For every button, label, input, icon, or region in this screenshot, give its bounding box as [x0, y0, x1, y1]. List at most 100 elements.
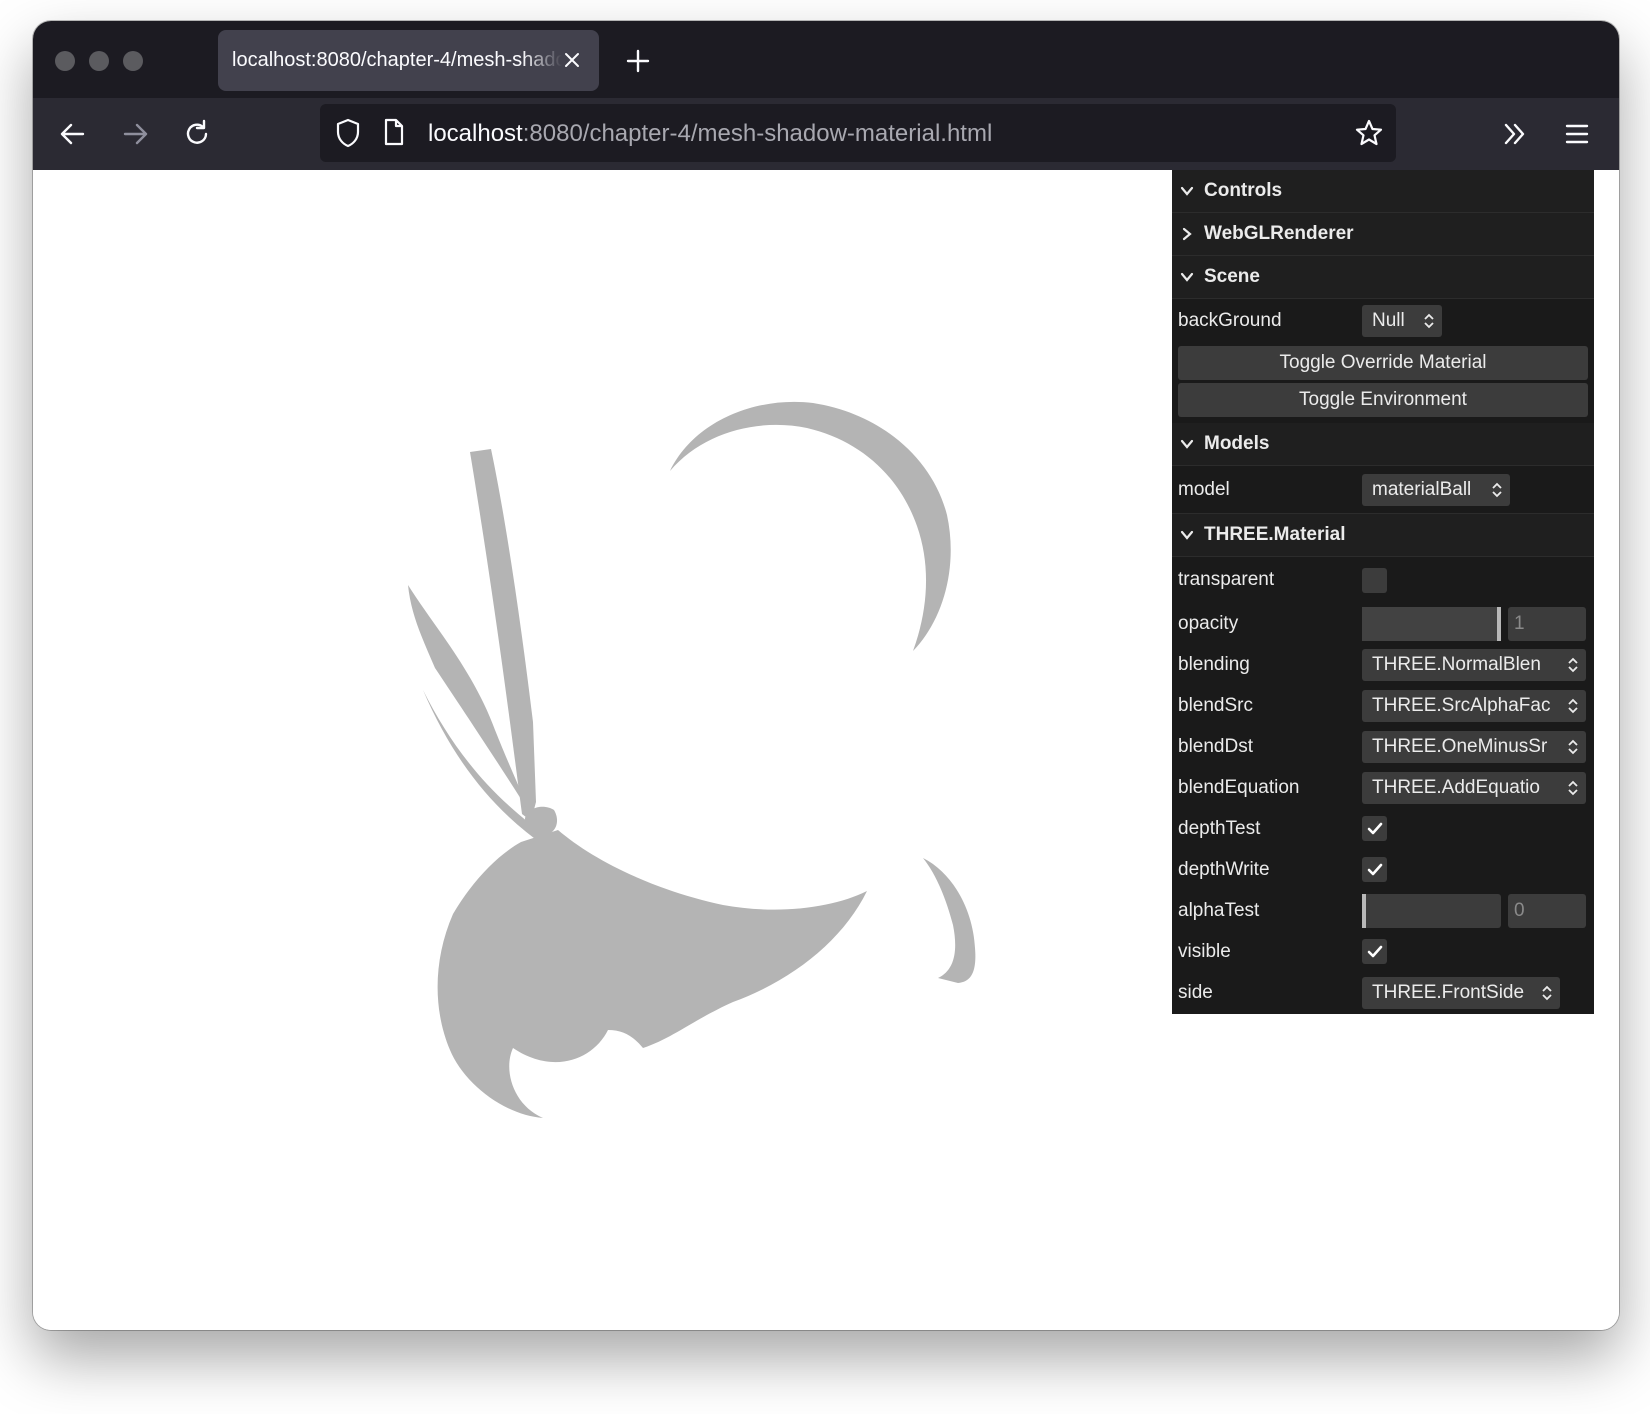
close-tab-icon[interactable]	[561, 49, 583, 71]
url-bar[interactable]: localhost:8080/chapter-4/mesh-shadow-mat…	[320, 104, 1396, 162]
blenddst-value: THREE.OneMinusSr	[1372, 735, 1548, 757]
folder-models-title: Models	[1204, 433, 1270, 454]
browser-window: localhost:8080/chapter-4/mesh-shadow-mat…	[33, 21, 1619, 1330]
blending-value: THREE.NormalBlen	[1372, 653, 1541, 675]
shield-icon[interactable]	[334, 117, 362, 149]
active-tab[interactable]: localhost:8080/chapter-4/mesh-shadow-mat…	[218, 30, 599, 91]
alphatest-row: alphaTest 0	[1172, 890, 1594, 931]
webgl-canvas[interactable]	[33, 170, 1172, 1330]
tab-title: localhost:8080/chapter-4/mesh-shadow-mat…	[232, 49, 562, 71]
gui-panel: Controls WebGLRenderer Scene backGround …	[1172, 170, 1594, 1014]
opacity-slider-fill	[1362, 606, 1497, 641]
folder-models[interactable]: Models	[1172, 423, 1594, 466]
depthtest-label: depthTest	[1178, 817, 1261, 839]
shadow-dish	[437, 830, 867, 1118]
folder-controls-title: Controls	[1204, 180, 1283, 201]
shadow-shapes	[408, 401, 976, 1118]
close-window-button[interactable]	[55, 51, 75, 71]
depthwrite-label: depthWrite	[1178, 858, 1270, 880]
side-row: side THREE.FrontSide	[1172, 972, 1594, 1014]
alphatest-slider[interactable]	[1362, 893, 1501, 928]
chevron-right-icon	[1182, 227, 1192, 241]
page-viewport: Controls WebGLRenderer Scene backGround …	[33, 170, 1619, 1330]
toggle-environment-label: Toggle Environment	[1299, 389, 1467, 410]
folder-three-material-title: THREE.Material	[1204, 524, 1346, 545]
background-label: backGround	[1178, 310, 1282, 331]
folder-controls[interactable]: Controls	[1172, 170, 1594, 213]
select-arrows-icon	[1568, 780, 1578, 795]
visible-row: visible	[1172, 931, 1594, 972]
alphatest-input[interactable]: 0	[1508, 893, 1586, 928]
alphatest-label: alphaTest	[1178, 899, 1260, 921]
new-tab-icon[interactable]	[624, 47, 652, 75]
minimize-window-button[interactable]	[89, 51, 109, 71]
blending-row: blending THREE.NormalBlen	[1172, 644, 1594, 685]
background-value: Null	[1372, 310, 1405, 331]
blendequation-label: blendEquation	[1178, 776, 1300, 798]
blending-select[interactable]: THREE.NormalBlen	[1362, 648, 1586, 681]
transparent-label: transparent	[1178, 569, 1275, 590]
blenddst-select[interactable]: THREE.OneMinusSr	[1362, 730, 1586, 763]
folder-scene-title: Scene	[1204, 266, 1260, 287]
model-label: model	[1178, 478, 1230, 500]
folder-scene[interactable]: Scene	[1172, 256, 1594, 299]
chevron-down-icon	[1180, 439, 1194, 449]
select-arrows-icon	[1424, 313, 1434, 329]
forward-icon[interactable]	[119, 118, 151, 150]
opacity-slider[interactable]	[1362, 606, 1501, 641]
blendsrc-value: THREE.SrcAlphaFac	[1372, 694, 1551, 716]
select-arrows-icon	[1492, 482, 1502, 497]
url-path: :8080/chapter-4/mesh-shadow-material.htm…	[522, 120, 993, 147]
blendsrc-label: blendSrc	[1178, 694, 1253, 716]
opacity-row: opacity 1	[1172, 603, 1594, 644]
nav-bar: localhost:8080/chapter-4/mesh-shadow-mat…	[33, 98, 1619, 170]
alphatest-slider-handle[interactable]	[1362, 893, 1366, 928]
opacity-value: 1	[1514, 612, 1525, 634]
blending-label: blending	[1178, 653, 1250, 675]
opacity-input[interactable]: 1	[1508, 606, 1586, 641]
blenddst-label: blendDst	[1178, 735, 1253, 757]
alphatest-value: 0	[1514, 899, 1525, 921]
checkmark-icon	[1367, 822, 1382, 834]
chevron-down-icon	[1180, 530, 1194, 540]
toggle-environment-button[interactable]: Toggle Environment	[1178, 383, 1588, 417]
maximize-window-button[interactable]	[123, 51, 143, 71]
select-arrows-icon	[1568, 739, 1578, 754]
back-icon[interactable]	[57, 118, 89, 150]
opacity-label: opacity	[1178, 612, 1239, 634]
folder-three-material[interactable]: THREE.Material	[1172, 514, 1594, 557]
background-select[interactable]: Null	[1362, 305, 1442, 337]
chevron-down-icon	[1180, 186, 1194, 196]
blenddst-row: blendDst THREE.OneMinusSr	[1172, 726, 1594, 767]
side-select[interactable]: THREE.FrontSide	[1362, 977, 1560, 1009]
blendequation-row: blendEquation THREE.AddEquatio	[1172, 767, 1594, 808]
toggle-override-material-label: Toggle Override Material	[1279, 352, 1487, 373]
folder-webglrenderer-title: WebGLRenderer	[1204, 223, 1354, 244]
toggle-override-material-button[interactable]: Toggle Override Material	[1178, 346, 1588, 380]
depthwrite-row: depthWrite	[1172, 849, 1594, 890]
url-host: localhost	[428, 120, 523, 147]
reload-icon[interactable]	[181, 118, 213, 150]
overflow-menu-icon[interactable]	[1499, 118, 1531, 150]
depthtest-checkbox[interactable]	[1362, 816, 1387, 841]
select-arrows-icon	[1568, 698, 1578, 713]
blendsrc-select[interactable]: THREE.SrcAlphaFac	[1362, 689, 1586, 722]
transparent-checkbox[interactable]	[1362, 567, 1387, 593]
model-value: materialBall	[1372, 478, 1472, 500]
visible-checkbox[interactable]	[1362, 939, 1387, 964]
bookmark-star-icon[interactable]	[1354, 118, 1384, 148]
opacity-slider-handle[interactable]	[1497, 606, 1501, 641]
checkmark-icon	[1367, 945, 1382, 957]
shadow-arc	[670, 401, 951, 651]
depthwrite-checkbox[interactable]	[1362, 857, 1387, 882]
hamburger-menu-icon[interactable]	[1561, 118, 1593, 150]
visible-label: visible	[1178, 940, 1231, 962]
url-text[interactable]: localhost:8080/chapter-4/mesh-shadow-mat…	[428, 120, 992, 148]
blendequation-select[interactable]: THREE.AddEquatio	[1362, 771, 1586, 804]
page-icon[interactable]	[382, 117, 406, 147]
tab-bar: localhost:8080/chapter-4/mesh-shadow-mat…	[33, 21, 1619, 98]
folder-webglrenderer[interactable]: WebGLRenderer	[1172, 213, 1594, 256]
shadow-fragment	[923, 858, 976, 983]
side-label: side	[1178, 982, 1213, 1003]
model-select[interactable]: materialBall	[1362, 473, 1510, 506]
